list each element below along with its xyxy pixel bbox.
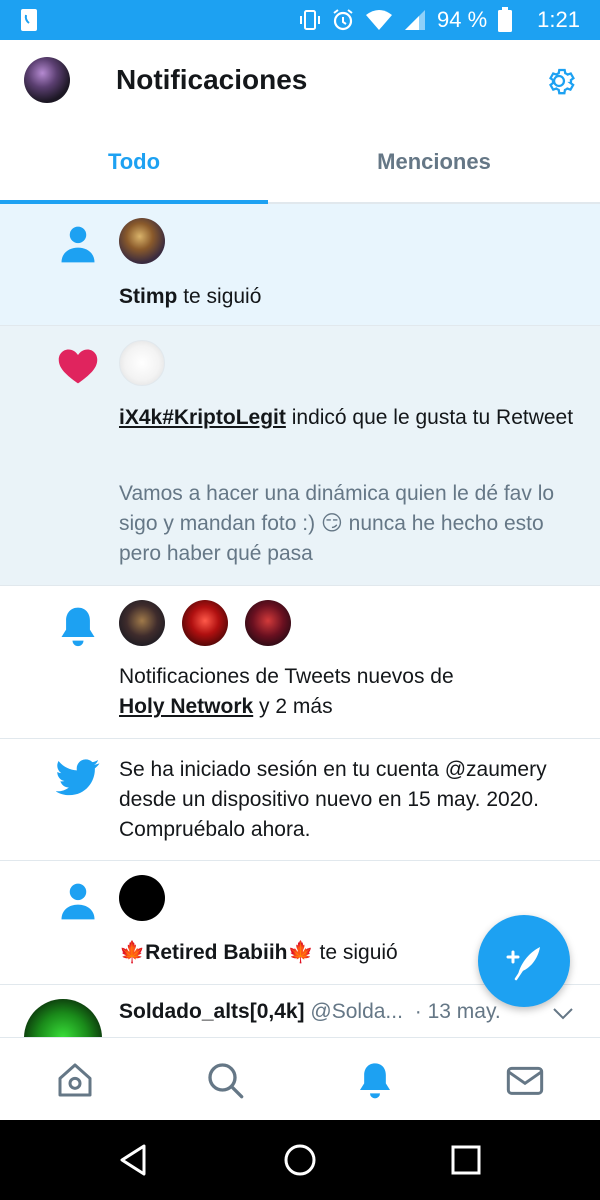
avatar[interactable] bbox=[119, 600, 165, 646]
avatar[interactable] bbox=[245, 600, 291, 646]
notification-text: iX4k#KriptoLegit indicó que le gusta tu … bbox=[119, 403, 579, 433]
bottom-navigation bbox=[0, 1037, 600, 1120]
user-name[interactable]: iX4k#KriptoLegit bbox=[119, 406, 286, 429]
user-name[interactable]: Holy Network bbox=[119, 695, 253, 718]
compose-feather-icon bbox=[506, 947, 540, 981]
recents-square-icon[interactable] bbox=[448, 1142, 484, 1178]
battery-percent: 94 % bbox=[437, 7, 488, 32]
notification-item[interactable]: Se ha iniciado sesión en tu cuenta @zaum… bbox=[0, 739, 600, 861]
avatar[interactable] bbox=[182, 600, 228, 646]
notification-item[interactable]: Notificaciones de Tweets nuevos de Holy … bbox=[0, 586, 600, 739]
compose-tweet-button[interactable] bbox=[478, 915, 570, 1007]
notification-action: te siguió bbox=[183, 285, 262, 308]
notification-action: indicó que le gusta tu Retweet bbox=[291, 406, 574, 429]
system-navigation-bar bbox=[0, 1120, 600, 1200]
tweet-text[interactable]: Vamos a hacer una dinámica quien le dé f… bbox=[119, 479, 579, 569]
status-bar: 94 % 1:21 bbox=[0, 0, 600, 40]
twitter-bird-icon bbox=[56, 759, 100, 796]
notification-item[interactable]: iX4k#KriptoLegit indicó que le gusta tu … bbox=[0, 326, 600, 586]
heart-icon bbox=[58, 349, 98, 384]
clock: 1:21 bbox=[537, 7, 580, 32]
user-name[interactable]: 🍁Retired Babiih🍁 bbox=[119, 941, 314, 964]
notification-extra: y 2 más bbox=[259, 695, 333, 718]
tweet-author-handle[interactable]: @Solda... bbox=[310, 1000, 403, 1023]
notification-action: te siguió bbox=[319, 941, 398, 964]
vibrate-icon bbox=[300, 10, 321, 30]
home-circle-icon[interactable] bbox=[282, 1142, 318, 1178]
profile-avatar[interactable] bbox=[24, 57, 70, 103]
signal-icon bbox=[405, 10, 426, 30]
notification-text: Notificaciones de Tweets nuevos de Holy … bbox=[119, 662, 579, 722]
person-icon bbox=[61, 883, 95, 920]
notification-action: Notificaciones de Tweets nuevos de bbox=[119, 665, 454, 688]
tweet-header: Soldado_alts[0,4k] @Solda... · 13 may. bbox=[119, 1000, 501, 1024]
search-icon[interactable] bbox=[205, 1060, 245, 1100]
person-icon bbox=[61, 226, 95, 263]
avatar[interactable] bbox=[24, 999, 102, 1037]
notifications-bell-icon[interactable] bbox=[355, 1060, 395, 1100]
settings-gear-icon[interactable] bbox=[542, 64, 576, 98]
bell-icon bbox=[61, 607, 95, 647]
notification-text: Stimp te siguió bbox=[119, 282, 579, 312]
notification-item[interactable]: Stimp te siguió bbox=[0, 204, 600, 326]
battery-icon bbox=[498, 7, 513, 32]
user-name[interactable]: Stimp bbox=[119, 285, 177, 308]
tweet-date: · 13 may. bbox=[414, 1000, 501, 1023]
chevron-down-icon[interactable] bbox=[552, 1007, 574, 1021]
avatar[interactable] bbox=[119, 340, 165, 386]
header: Notificaciones bbox=[0, 40, 600, 122]
status-right: 94 % 1:21 bbox=[299, 7, 580, 33]
avatar[interactable] bbox=[119, 875, 165, 921]
messages-envelope-icon[interactable] bbox=[505, 1060, 545, 1100]
wifi-icon bbox=[366, 10, 393, 30]
status-left bbox=[20, 8, 38, 32]
tweet-author-name[interactable]: Soldado_alts[0,4k] bbox=[119, 1000, 305, 1023]
back-icon[interactable] bbox=[116, 1142, 152, 1178]
home-icon[interactable] bbox=[55, 1060, 95, 1100]
avatar[interactable] bbox=[119, 218, 165, 264]
app-notification-icon bbox=[21, 9, 37, 31]
tab-todo[interactable]: Todo bbox=[0, 122, 268, 202]
page-title: Notificaciones bbox=[116, 64, 308, 95]
tab-bar: Todo Menciones bbox=[0, 122, 600, 204]
tab-menciones[interactable]: Menciones bbox=[268, 122, 600, 202]
notification-text: Se ha iniciado sesión en tu cuenta @zaum… bbox=[119, 758, 547, 841]
alarm-icon bbox=[333, 9, 353, 31]
